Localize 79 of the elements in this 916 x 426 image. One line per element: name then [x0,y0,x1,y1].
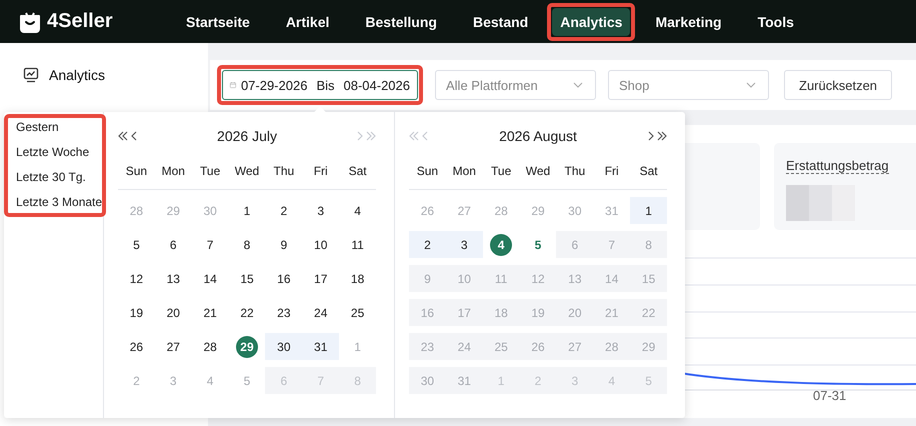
day-cell[interactable]: 15 [228,265,266,292]
day-cell[interactable]: 26 [118,333,155,360]
day-cell[interactable]: 4 [339,197,376,224]
preset-option[interactable]: Letzte 30 Tg. [8,168,86,186]
day-cell[interactable]: 1 [630,197,667,224]
nav-tab[interactable]: Bestand [464,2,536,40]
chart-icon [23,67,39,83]
day-cell[interactable]: 5 [520,231,556,258]
reset-button[interactable]: Zurücksetzen [784,70,892,100]
logo-icon [19,10,41,32]
day-cell[interactable]: 4 [482,231,520,258]
preset-option[interactable]: Letzte Woche [8,143,90,161]
nav-tab[interactable]: Bestellung [357,2,445,40]
weekday-label: Sun [416,163,440,180]
day-cell[interactable]: 17 [302,265,340,292]
day-cell[interactable]: 27 [154,333,192,360]
day-cell[interactable]: 19 [118,299,155,326]
preset-option[interactable]: Gestern [8,118,59,136]
day-cell[interactable]: 1 [228,197,266,224]
preset-option[interactable]: Letzte 3 Monate [8,193,102,211]
day-cell[interactable]: 3 [302,197,340,224]
day-cell[interactable]: 16 [265,265,302,292]
day-cell[interactable]: 22 [228,299,266,326]
day-cell[interactable]: 6 [154,231,192,258]
day-cell[interactable]: 10 [302,231,340,258]
sidebar-item[interactable]: Analytics [0,67,208,83]
day-cell[interactable]: 21 [192,299,229,326]
day-cell[interactable]: 23 [265,299,302,326]
weekday-label: Wed [234,163,260,180]
day-cell[interactable]: 11 [339,231,376,258]
day-cell[interactable]: 2 [265,197,302,224]
start-date: 07-29-2026 [240,78,308,92]
brand-name: 4Seller [47,10,113,33]
day-cell[interactable]: 30 [265,333,302,360]
weekday-label: Mon [452,163,477,180]
day-cell[interactable]: 9 [265,231,302,258]
day-cell[interactable]: 31 [302,333,340,360]
day-cell[interactable]: 25 [339,299,376,326]
end-date: 08-04-2026 [344,78,410,92]
day-cell[interactable]: 3 [446,231,483,258]
nav-tab[interactable]: Startseite [178,2,258,40]
month-title: 2026 July [217,128,277,144]
day-cell[interactable]: 8 [228,231,266,258]
day-cell[interactable]: 24 [302,299,340,326]
card-title: Erstattungsbetrag [786,158,889,174]
day-cell[interactable]: 18 [339,265,376,292]
weekday-label: Thu [564,163,586,180]
day-cell[interactable]: 5 [118,231,155,258]
weekday-label: Sat [348,163,368,180]
range-separator: Bis [316,78,334,92]
weekday-label: Sat [638,163,659,180]
shop-select[interactable]: Shop [608,70,769,100]
chevron-down-icon [746,82,756,88]
calendar-icon [230,79,236,91]
day-cell[interactable]: 13 [154,265,192,292]
weekday-label: Fri [312,163,329,180]
axis-label: 07-31 [813,388,846,403]
weekday-label: Thu [272,163,296,180]
platform-select[interactable]: Alle Plattformen [435,70,596,100]
weekday-label: Fri [604,163,620,180]
weekday-label: Tue [199,163,222,180]
nav-tab[interactable]: Analytics [552,8,630,36]
day-cell[interactable]: 20 [154,299,192,326]
weekday-label: Sun [124,163,148,180]
day-cell[interactable]: 12 [118,265,155,292]
day-cell[interactable]: 7 [192,231,229,258]
nav-tab[interactable]: Marketing [647,2,730,40]
date-range-field[interactable]: 07-29-2026 Bis 08-04-2026 [222,70,418,100]
month-title: 2026 August [499,128,577,144]
day-cell[interactable]: 2 [409,231,446,258]
weekday-label: Mon [160,163,186,180]
weekday-label: Tue [490,163,512,180]
nav-tab[interactable]: Artikel [278,2,338,40]
day-cell[interactable]: 28 [192,333,229,360]
day-cell[interactable]: 29 [228,333,266,360]
nav-tab[interactable]: Tools [750,2,802,40]
weekday-label: Wed [524,163,552,180]
chevron-down-icon [573,82,583,88]
day-cell[interactable]: 14 [192,265,229,292]
